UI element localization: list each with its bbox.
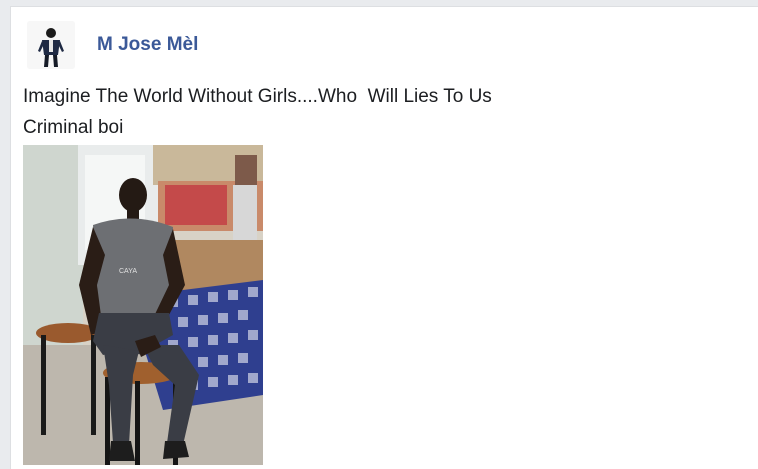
photo-image: CAYA (23, 145, 263, 465)
post-card: M Jose Mèl Imagine The World Without Gir… (10, 6, 758, 469)
avatar-image (27, 21, 75, 69)
post-photo[interactable]: CAYA (23, 145, 263, 465)
post-header: M Jose Mèl (27, 21, 198, 69)
author-name-link[interactable]: M Jose Mèl (97, 34, 198, 56)
post-text-line-2: Criminal boi (23, 117, 124, 138)
shirt-print: CAYA (119, 268, 137, 275)
post-text: Imagine The World Without Girls....Who W… (23, 81, 492, 143)
post-text-line-1: Imagine The World Without Girls....Who W… (23, 86, 492, 107)
avatar[interactable] (27, 21, 75, 69)
